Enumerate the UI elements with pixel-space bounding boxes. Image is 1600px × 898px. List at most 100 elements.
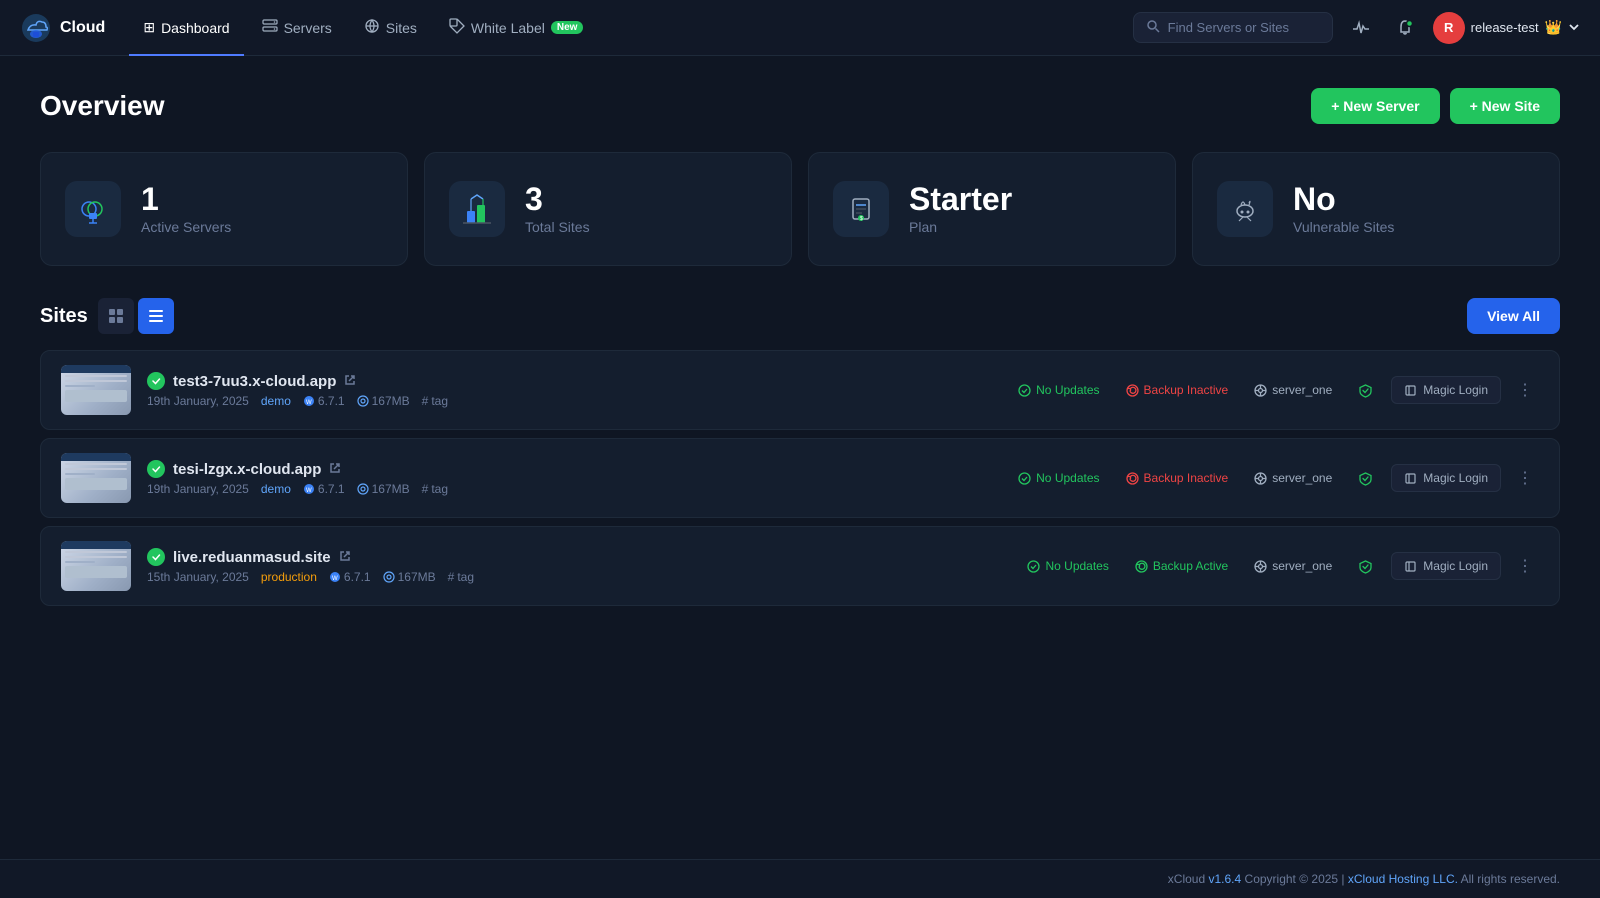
site-name: tesi-lzgx.x-cloud.app bbox=[173, 461, 321, 478]
new-server-button[interactable]: + New Server bbox=[1311, 88, 1439, 124]
nav-right: Find Servers or Sites R release-test 👑 bbox=[1133, 12, 1580, 44]
backup-badge: Backup Inactive bbox=[1118, 379, 1237, 401]
footer: xCloud v1.6.4 Copyright © 2025 | xCloud … bbox=[0, 859, 1600, 898]
site-tag: production bbox=[261, 570, 317, 584]
site-status-indicator bbox=[147, 460, 165, 478]
updates-badge: No Updates bbox=[1019, 555, 1116, 577]
vulnerable-icon bbox=[1217, 181, 1273, 237]
nav-servers-label: Servers bbox=[284, 20, 332, 36]
page-header: Overview + New Server + New Site bbox=[40, 88, 1560, 124]
search-box[interactable]: Find Servers or Sites bbox=[1133, 12, 1333, 43]
table-row: live.reduanmasud.site 15th January, 2025… bbox=[40, 526, 1560, 606]
nav-white-label-label: White Label bbox=[471, 20, 545, 36]
nav-item-dashboard[interactable]: ⊞ Dashboard bbox=[129, 13, 243, 42]
total-sites-number: 3 bbox=[525, 183, 590, 215]
magic-login-button[interactable]: Magic Login bbox=[1391, 464, 1501, 492]
new-site-button[interactable]: + New Site bbox=[1450, 88, 1560, 124]
magic-login-button[interactable]: Magic Login bbox=[1391, 376, 1501, 404]
wp-version: W 6.7.1 bbox=[303, 482, 345, 496]
nav-dashboard-label: Dashboard bbox=[161, 20, 230, 36]
disk-size: 167MB bbox=[383, 570, 436, 584]
sites-title-area: Sites bbox=[40, 298, 174, 334]
more-options-button[interactable]: ⋮ bbox=[1511, 464, 1539, 492]
site-thumbnail bbox=[61, 453, 131, 503]
svg-text:W: W bbox=[306, 488, 312, 494]
active-servers-icon bbox=[65, 181, 121, 237]
stat-card-total-sites: 3 Total Sites bbox=[424, 152, 792, 266]
wp-version: W 6.7.1 bbox=[329, 570, 371, 584]
active-servers-label: Active Servers bbox=[141, 219, 231, 235]
svg-text:$: $ bbox=[860, 216, 863, 222]
nav-item-sites[interactable]: Sites bbox=[350, 12, 431, 43]
more-options-button[interactable]: ⋮ bbox=[1511, 552, 1539, 580]
magic-login-button[interactable]: Magic Login bbox=[1391, 552, 1501, 580]
nav-item-white-label[interactable]: White Label New bbox=[435, 12, 598, 43]
stat-card-active-servers: 1 Active Servers bbox=[40, 152, 408, 266]
footer-company-link[interactable]: xCloud Hosting LLC. bbox=[1348, 872, 1458, 886]
total-sites-icon bbox=[449, 181, 505, 237]
site-badges: No Updates Backup Inactive server_one Ma… bbox=[1010, 464, 1539, 492]
site-list: test3-7uu3.x-cloud.app 19th January, 202… bbox=[40, 350, 1560, 606]
site-thumbnail bbox=[61, 365, 131, 415]
white-label-badge: New bbox=[551, 21, 584, 34]
stat-card-vulnerable: No Vulnerable Sites bbox=[1192, 152, 1560, 266]
globe-icon bbox=[364, 18, 380, 37]
page-title: Overview bbox=[40, 90, 165, 122]
server-badge: server_one bbox=[1246, 467, 1340, 489]
shield-badge bbox=[1350, 555, 1381, 578]
logo-text: Cloud bbox=[60, 19, 105, 37]
server-badge: server_one bbox=[1246, 555, 1340, 577]
grid-view-button[interactable] bbox=[98, 298, 134, 334]
stat-cards: 1 Active Servers 3 Total Sites bbox=[40, 152, 1560, 266]
site-info: test3-7uu3.x-cloud.app 19th January, 202… bbox=[147, 372, 994, 408]
view-all-button[interactable]: View All bbox=[1467, 298, 1560, 334]
user-menu[interactable]: R release-test 👑 bbox=[1433, 12, 1580, 44]
view-toggle bbox=[98, 298, 174, 334]
site-status-indicator bbox=[147, 372, 165, 390]
vulnerable-content: No Vulnerable Sites bbox=[1293, 183, 1394, 235]
logo[interactable]: Cloud bbox=[20, 12, 105, 44]
username: release-test bbox=[1471, 20, 1539, 35]
total-sites-label: Total Sites bbox=[525, 219, 590, 235]
server-badge: server_one bbox=[1246, 379, 1340, 401]
plan-content: Starter Plan bbox=[909, 183, 1012, 235]
tag-icon bbox=[449, 18, 465, 37]
updates-badge: No Updates bbox=[1010, 467, 1107, 489]
site-tag-hash: # tag bbox=[422, 482, 448, 496]
nav-item-servers[interactable]: Servers bbox=[248, 12, 346, 43]
plan-label: Plan bbox=[909, 219, 1012, 235]
sites-title: Sites bbox=[40, 305, 88, 328]
plan-number: Starter bbox=[909, 183, 1012, 215]
site-info: live.reduanmasud.site 15th January, 2025… bbox=[147, 548, 1003, 584]
vulnerable-number: No bbox=[1293, 183, 1394, 215]
svg-text:W: W bbox=[306, 400, 312, 406]
table-row: tesi-lzgx.x-cloud.app 19th January, 2025… bbox=[40, 438, 1560, 518]
nav-sites-label: Sites bbox=[386, 20, 417, 36]
notification-bell[interactable] bbox=[1389, 12, 1421, 44]
stat-card-plan: $ Starter Plan bbox=[808, 152, 1176, 266]
site-date: 19th January, 2025 bbox=[147, 394, 249, 408]
site-tag: demo bbox=[261, 394, 291, 408]
site-date: 19th January, 2025 bbox=[147, 482, 249, 496]
search-icon bbox=[1146, 19, 1160, 36]
shield-badge bbox=[1350, 379, 1381, 402]
site-name: test3-7uu3.x-cloud.app bbox=[173, 373, 336, 390]
activity-icon[interactable] bbox=[1345, 12, 1377, 44]
external-link-icon[interactable] bbox=[339, 550, 351, 565]
site-thumbnail bbox=[61, 541, 131, 591]
external-link-icon[interactable] bbox=[344, 374, 356, 389]
search-placeholder: Find Servers or Sites bbox=[1168, 20, 1289, 35]
vulnerable-label: Vulnerable Sites bbox=[1293, 219, 1394, 235]
user-avatar: R bbox=[1433, 12, 1465, 44]
backup-badge: Backup Inactive bbox=[1118, 467, 1237, 489]
site-badges: No Updates Backup Active server_one Magi… bbox=[1019, 552, 1539, 580]
wp-version: W 6.7.1 bbox=[303, 394, 345, 408]
more-options-button[interactable]: ⋮ bbox=[1511, 376, 1539, 404]
list-view-button[interactable] bbox=[138, 298, 174, 334]
site-name: live.reduanmasud.site bbox=[173, 549, 331, 566]
crown-emoji: 👑 bbox=[1545, 19, 1562, 36]
external-link-icon[interactable] bbox=[329, 462, 341, 477]
dashboard-icon: ⊞ bbox=[143, 19, 155, 36]
footer-text: xCloud v1.6.4 Copyright © 2025 | xCloud … bbox=[1168, 872, 1560, 886]
site-badges: No Updates Backup Inactive server_one Ma… bbox=[1010, 376, 1539, 404]
